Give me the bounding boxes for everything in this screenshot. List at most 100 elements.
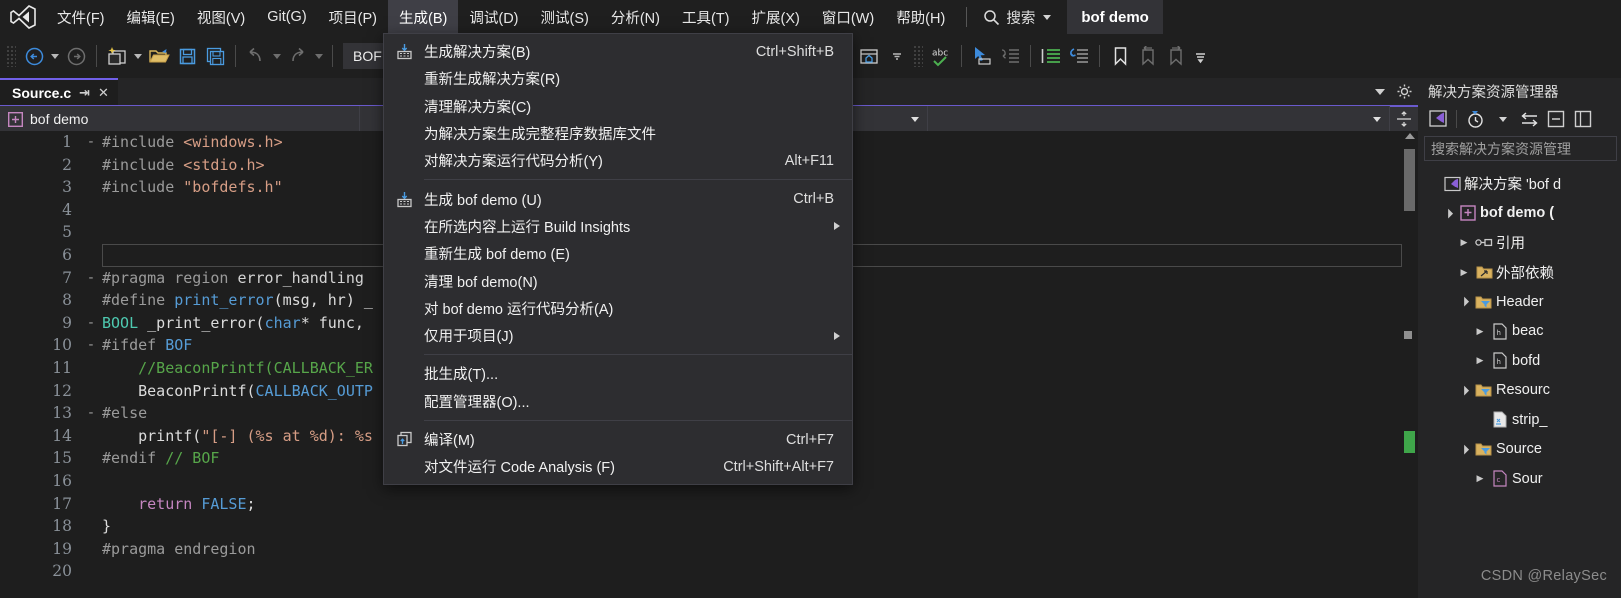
fold-marker[interactable] bbox=[80, 447, 102, 470]
fold-marker[interactable] bbox=[80, 154, 102, 177]
fold-marker[interactable] bbox=[80, 221, 102, 244]
toolbar-grip-handle[interactable] bbox=[913, 45, 923, 67]
build-menu-item-11[interactable]: 批生成(T)... bbox=[384, 360, 852, 387]
preview-window-dropdown[interactable] bbox=[883, 42, 911, 70]
navigate-forward-button[interactable] bbox=[62, 42, 90, 70]
menu-item-0[interactable]: 文件(F) bbox=[46, 0, 116, 34]
fold-marker[interactable] bbox=[80, 560, 102, 583]
next-bookmark-button[interactable] bbox=[1162, 42, 1190, 70]
editor-vertical-scrollbar[interactable] bbox=[1402, 131, 1418, 596]
fold-marker[interactable] bbox=[80, 380, 102, 403]
build-menu-dropdown[interactable]: 生成解决方案(B) Ctrl+Shift+B 重新生成解决方案(R) 清理解决方案(C… bbox=[383, 33, 853, 486]
menu-item-4[interactable]: 项目(P) bbox=[318, 0, 388, 34]
fold-marker[interactable]: - bbox=[80, 312, 102, 335]
active-files-dropdown-icon[interactable] bbox=[1375, 88, 1385, 95]
collapsed-chevron-icon[interactable]: ▶ bbox=[1472, 326, 1488, 337]
build-menu-item-8[interactable]: 清理 bof demo(N) bbox=[384, 267, 852, 294]
tree-item-8[interactable]: strip_ bbox=[1418, 405, 1621, 435]
build-menu-item-12[interactable]: 配置管理器(O)... bbox=[384, 388, 852, 415]
build-menu-item-5[interactable]: 生成 bof demo (U) Ctrl+B bbox=[384, 185, 852, 212]
global-search-box[interactable]: 搜索 bbox=[977, 0, 1057, 34]
fold-marker[interactable] bbox=[80, 470, 102, 493]
solution-explorer-search-input[interactable]: 搜索解决方案资源管理 bbox=[1424, 136, 1617, 161]
solution-tree[interactable]: 解决方案 'bof d ◢ bof demo (▶ 引用 ▶ 外部依赖 ◢ Header ▶ h b… bbox=[1418, 165, 1621, 494]
fold-marker[interactable] bbox=[80, 199, 102, 222]
tree-item-3[interactable]: ▶ 外部依赖 bbox=[1418, 258, 1621, 288]
menu-item-12[interactable]: 帮助(H) bbox=[885, 0, 956, 34]
collapsed-chevron-icon[interactable]: ▶ bbox=[1472, 355, 1488, 366]
build-menu-item-10[interactable]: 仅用于项目(J) bbox=[384, 322, 852, 349]
fold-marker[interactable] bbox=[80, 244, 102, 267]
previous-bookmark-button[interactable] bbox=[1134, 42, 1162, 70]
build-menu-item-0[interactable]: 生成解决方案(B) Ctrl+Shift+B bbox=[384, 38, 852, 65]
build-menu-item-6[interactable]: 在所选内容上运行 Build Insights bbox=[384, 213, 852, 240]
menu-item-8[interactable]: 分析(N) bbox=[600, 0, 671, 34]
scroll-up-icon[interactable] bbox=[1405, 133, 1415, 139]
expanded-chevron-icon[interactable]: ◢ bbox=[1454, 381, 1473, 400]
member-list-dropdown[interactable] bbox=[928, 106, 1390, 132]
fold-marker[interactable] bbox=[80, 289, 102, 312]
gear-icon[interactable] bbox=[1397, 84, 1412, 99]
toolbar-grip-handle[interactable] bbox=[6, 45, 16, 67]
split-editor-button[interactable] bbox=[1390, 106, 1418, 132]
build-menu-item-3[interactable]: 为解决方案生成完整程序数据库文件 bbox=[384, 120, 852, 147]
new-project-dropdown[interactable] bbox=[131, 42, 145, 70]
menu-item-9[interactable]: 工具(T) bbox=[671, 0, 741, 34]
build-menu-item-14[interactable]: 对文件运行 Code Analysis (F) Ctrl+Shift+Alt+F7 bbox=[384, 453, 852, 480]
fold-marker[interactable]: - bbox=[80, 131, 102, 154]
menu-item-2[interactable]: 视图(V) bbox=[186, 0, 256, 34]
build-menu-item-9[interactable]: 对 bof demo 运行代码分析(A) bbox=[384, 295, 852, 322]
fold-marker[interactable]: - bbox=[80, 334, 102, 357]
save-button[interactable] bbox=[173, 42, 201, 70]
tree-item-4[interactable]: ◢ Header bbox=[1418, 287, 1621, 317]
tree-item-1[interactable]: ◢ bof demo ( bbox=[1418, 199, 1621, 229]
fold-marker[interactable] bbox=[80, 493, 102, 516]
build-menu-item-7[interactable]: 重新生成 bof demo (E) bbox=[384, 240, 852, 267]
properties-button[interactable] bbox=[1571, 107, 1595, 131]
tree-item-5[interactable]: ▶ h beac bbox=[1418, 317, 1621, 347]
tree-item-6[interactable]: ▶ h bofd bbox=[1418, 346, 1621, 376]
collapse-all-button[interactable] bbox=[1544, 107, 1568, 131]
pointer-select-button[interactable] bbox=[968, 42, 996, 70]
tree-item-10[interactable]: ▶ c Sour bbox=[1418, 464, 1621, 494]
redo-button[interactable] bbox=[284, 42, 312, 70]
spellcheck-button[interactable]: abc bbox=[927, 42, 955, 70]
menu-item-7[interactable]: 测试(S) bbox=[530, 0, 600, 34]
new-project-button[interactable] bbox=[103, 42, 131, 70]
project-context-dropdown[interactable]: bof demo bbox=[0, 106, 360, 132]
expanded-chevron-icon[interactable]: ◢ bbox=[1454, 292, 1473, 311]
pending-changes-dropdown[interactable] bbox=[1490, 107, 1514, 131]
build-menu-item-1[interactable]: 重新生成解决方案(R) bbox=[384, 65, 852, 92]
fold-marker[interactable] bbox=[80, 425, 102, 448]
comment-lines-button[interactable] bbox=[1037, 42, 1065, 70]
expanded-chevron-icon[interactable]: ◢ bbox=[1438, 204, 1457, 223]
close-icon[interactable]: ✕ bbox=[98, 85, 109, 101]
tree-item-7[interactable]: ◢ Resourc bbox=[1418, 376, 1621, 406]
fold-marker[interactable] bbox=[80, 538, 102, 561]
solution-home-button[interactable] bbox=[1426, 107, 1450, 131]
menu-item-5[interactable]: 生成(B) bbox=[388, 0, 459, 34]
undo-button[interactable] bbox=[242, 42, 270, 70]
collapsed-chevron-icon[interactable]: ▶ bbox=[1456, 267, 1472, 278]
menu-item-11[interactable]: 窗口(W) bbox=[811, 0, 885, 34]
build-menu-item-2[interactable]: 清理解决方案(C) bbox=[384, 93, 852, 120]
pending-changes-button[interactable] bbox=[1463, 107, 1487, 131]
collapsed-chevron-icon[interactable]: ▶ bbox=[1472, 473, 1488, 484]
preview-window-button[interactable] bbox=[855, 42, 883, 70]
undo-dropdown[interactable] bbox=[270, 42, 284, 70]
tab-source-c[interactable]: Source.c ⇥ ✕ bbox=[0, 78, 118, 105]
fold-marker[interactable] bbox=[80, 176, 102, 199]
tree-item-9[interactable]: ◢ Source bbox=[1418, 435, 1621, 465]
tree-item-0[interactable]: 解决方案 'bof d bbox=[1418, 169, 1621, 199]
toolbar-overflow-button[interactable] bbox=[1190, 42, 1210, 70]
collapsed-chevron-icon[interactable]: ▶ bbox=[1456, 237, 1472, 248]
tree-item-2[interactable]: ▶ 引用 bbox=[1418, 228, 1621, 258]
menu-item-10[interactable]: 扩展(X) bbox=[741, 0, 811, 34]
fold-marker[interactable]: - bbox=[80, 402, 102, 425]
scrollbar-thumb[interactable] bbox=[1404, 149, 1415, 211]
redo-dropdown[interactable] bbox=[312, 42, 326, 70]
code-folding-gutter[interactable]: ----- bbox=[80, 131, 102, 596]
build-menu-item-13[interactable]: 编译(M) Ctrl+F7 bbox=[384, 426, 852, 453]
pin-icon[interactable]: ⇥ bbox=[79, 85, 90, 101]
fold-marker[interactable] bbox=[80, 357, 102, 380]
